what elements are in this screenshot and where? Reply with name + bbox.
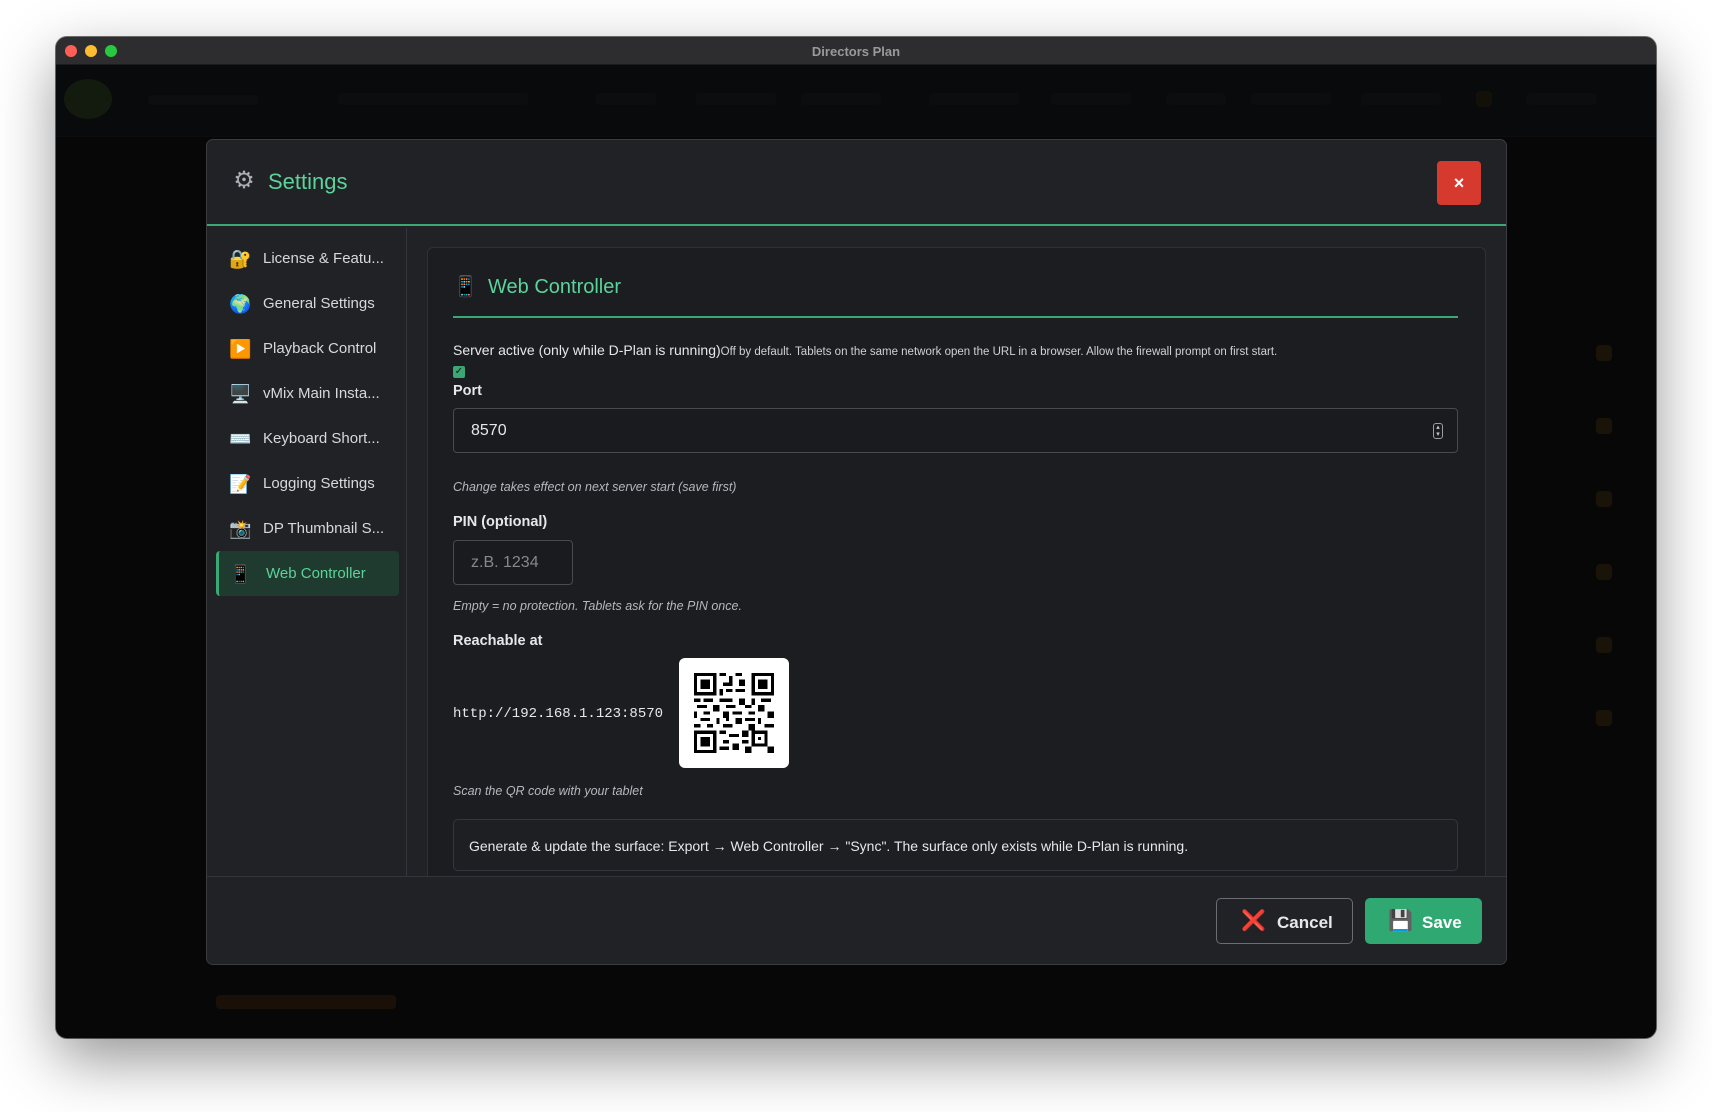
sidebar-item-playback[interactable]: ▶️ Playback Control <box>216 326 399 371</box>
camera-icon: 📸 <box>229 519 252 539</box>
server-active-row: Server active (only while D-Plan is runn… <box>453 342 1277 360</box>
lock-key-icon: 🔐 <box>229 249 252 269</box>
modal-header: ⚙ Settings × <box>207 140 1506 226</box>
sidebar-item-keyboard[interactable]: ⌨️ Keyboard Short... <box>216 416 399 461</box>
port-input[interactable]: 8570 ▴ ▾ <box>453 408 1458 453</box>
sidebar-item-vmix[interactable]: 🖥️ vMix Main Insta... <box>216 371 399 416</box>
panel-title: Web Controller <box>488 276 622 298</box>
port-value: 8570 <box>471 422 507 439</box>
cancel-label: Cancel <box>1277 913 1333 932</box>
globe-icon: 🌍 <box>229 294 252 314</box>
sync-notice: Generate & update the surface: Export → … <box>453 819 1458 871</box>
floppy-disk-icon: 💾 <box>1388 910 1413 932</box>
modal-title: Settings <box>268 169 348 194</box>
sidebar-item-label: Keyboard Short... <box>263 430 380 447</box>
title-bar: Directors Plan <box>56 37 1656 65</box>
server-url[interactable]: http://192.168.1.123:8570 <box>453 706 663 722</box>
pin-input[interactable]: z.B. 1234 <box>453 540 573 585</box>
close-icon: ❌ <box>1241 910 1266 932</box>
sidebar-item-web-controller[interactable]: 📱 Web Controller <box>216 551 399 596</box>
keyboard-icon: ⌨️ <box>229 429 252 449</box>
qr-code-icon <box>694 673 774 753</box>
qr-hint: Scan the QR code with your tablet <box>453 784 643 798</box>
modal-footer: ❌ Cancel 💾 Save <box>207 876 1506 964</box>
sidebar-item-label: Logging Settings <box>263 475 375 492</box>
sidebar-item-label: Web Controller <box>266 565 366 582</box>
mobile-phone-icon: 📱 <box>229 564 252 584</box>
panel-header: 📱 Web Controller <box>453 248 1458 318</box>
sidebar-item-thumbnail[interactable]: 📸 DP Thumbnail S... <box>216 506 399 551</box>
sidebar-item-general[interactable]: 🌍 General Settings <box>216 281 399 326</box>
web-controller-panel: 📱 Web Controller Server active (only whi… <box>427 247 1486 907</box>
sidebar-item-label: License & Featu... <box>263 250 384 267</box>
server-active-hint: Off by default. Tablets on the same netw… <box>720 346 1278 358</box>
window-title: Directors Plan <box>811 44 901 59</box>
sync-notice-text: Generate & update the surface: Export → … <box>469 838 1189 854</box>
port-hint: Change takes effect on next server start… <box>453 480 737 494</box>
monitor-icon: 🖥️ <box>229 384 252 404</box>
save-button[interactable]: 💾 Save <box>1365 898 1482 944</box>
save-label: Save <box>1422 913 1462 932</box>
server-active-checkbox[interactable]: ✓ <box>453 366 465 378</box>
port-label: Port <box>453 383 482 399</box>
pin-label: PIN (optional) <box>453 514 548 530</box>
qr-code <box>679 658 789 768</box>
reachable-label: Reachable at <box>453 633 543 649</box>
sidebar-item-license[interactable]: 🔐 License & Featu... <box>216 236 399 281</box>
sidebar-item-label: DP Thumbnail S... <box>263 520 385 537</box>
play-icon: ▶️ <box>229 339 252 359</box>
sidebar-item-label: Playback Control <box>263 340 377 357</box>
close-button[interactable]: × <box>1437 161 1481 205</box>
settings-modal: ⚙ Settings × 🔐 License & Featu... 🌍 Gene… <box>206 139 1507 965</box>
sidebar-item-label: General Settings <box>263 295 375 312</box>
pin-placeholder: z.B. 1234 <box>471 554 539 571</box>
gear-icon: ⚙ <box>233 167 255 194</box>
sidebar-item-label: vMix Main Insta... <box>263 385 380 402</box>
cancel-button[interactable]: ❌ Cancel <box>1216 898 1353 944</box>
port-stepper[interactable]: ▴ ▾ <box>1433 423 1443 439</box>
settings-sidebar: 🔐 License & Featu... 🌍 General Settings … <box>207 228 407 878</box>
server-active-label: Server active (only while D-Plan is runn… <box>453 342 721 358</box>
memo-icon: 📝 <box>229 474 252 494</box>
sidebar-item-logging[interactable]: 📝 Logging Settings <box>216 461 399 506</box>
mobile-phone-icon: 📱 <box>453 276 478 298</box>
pin-hint: Empty = no protection. Tablets ask for t… <box>453 599 742 613</box>
